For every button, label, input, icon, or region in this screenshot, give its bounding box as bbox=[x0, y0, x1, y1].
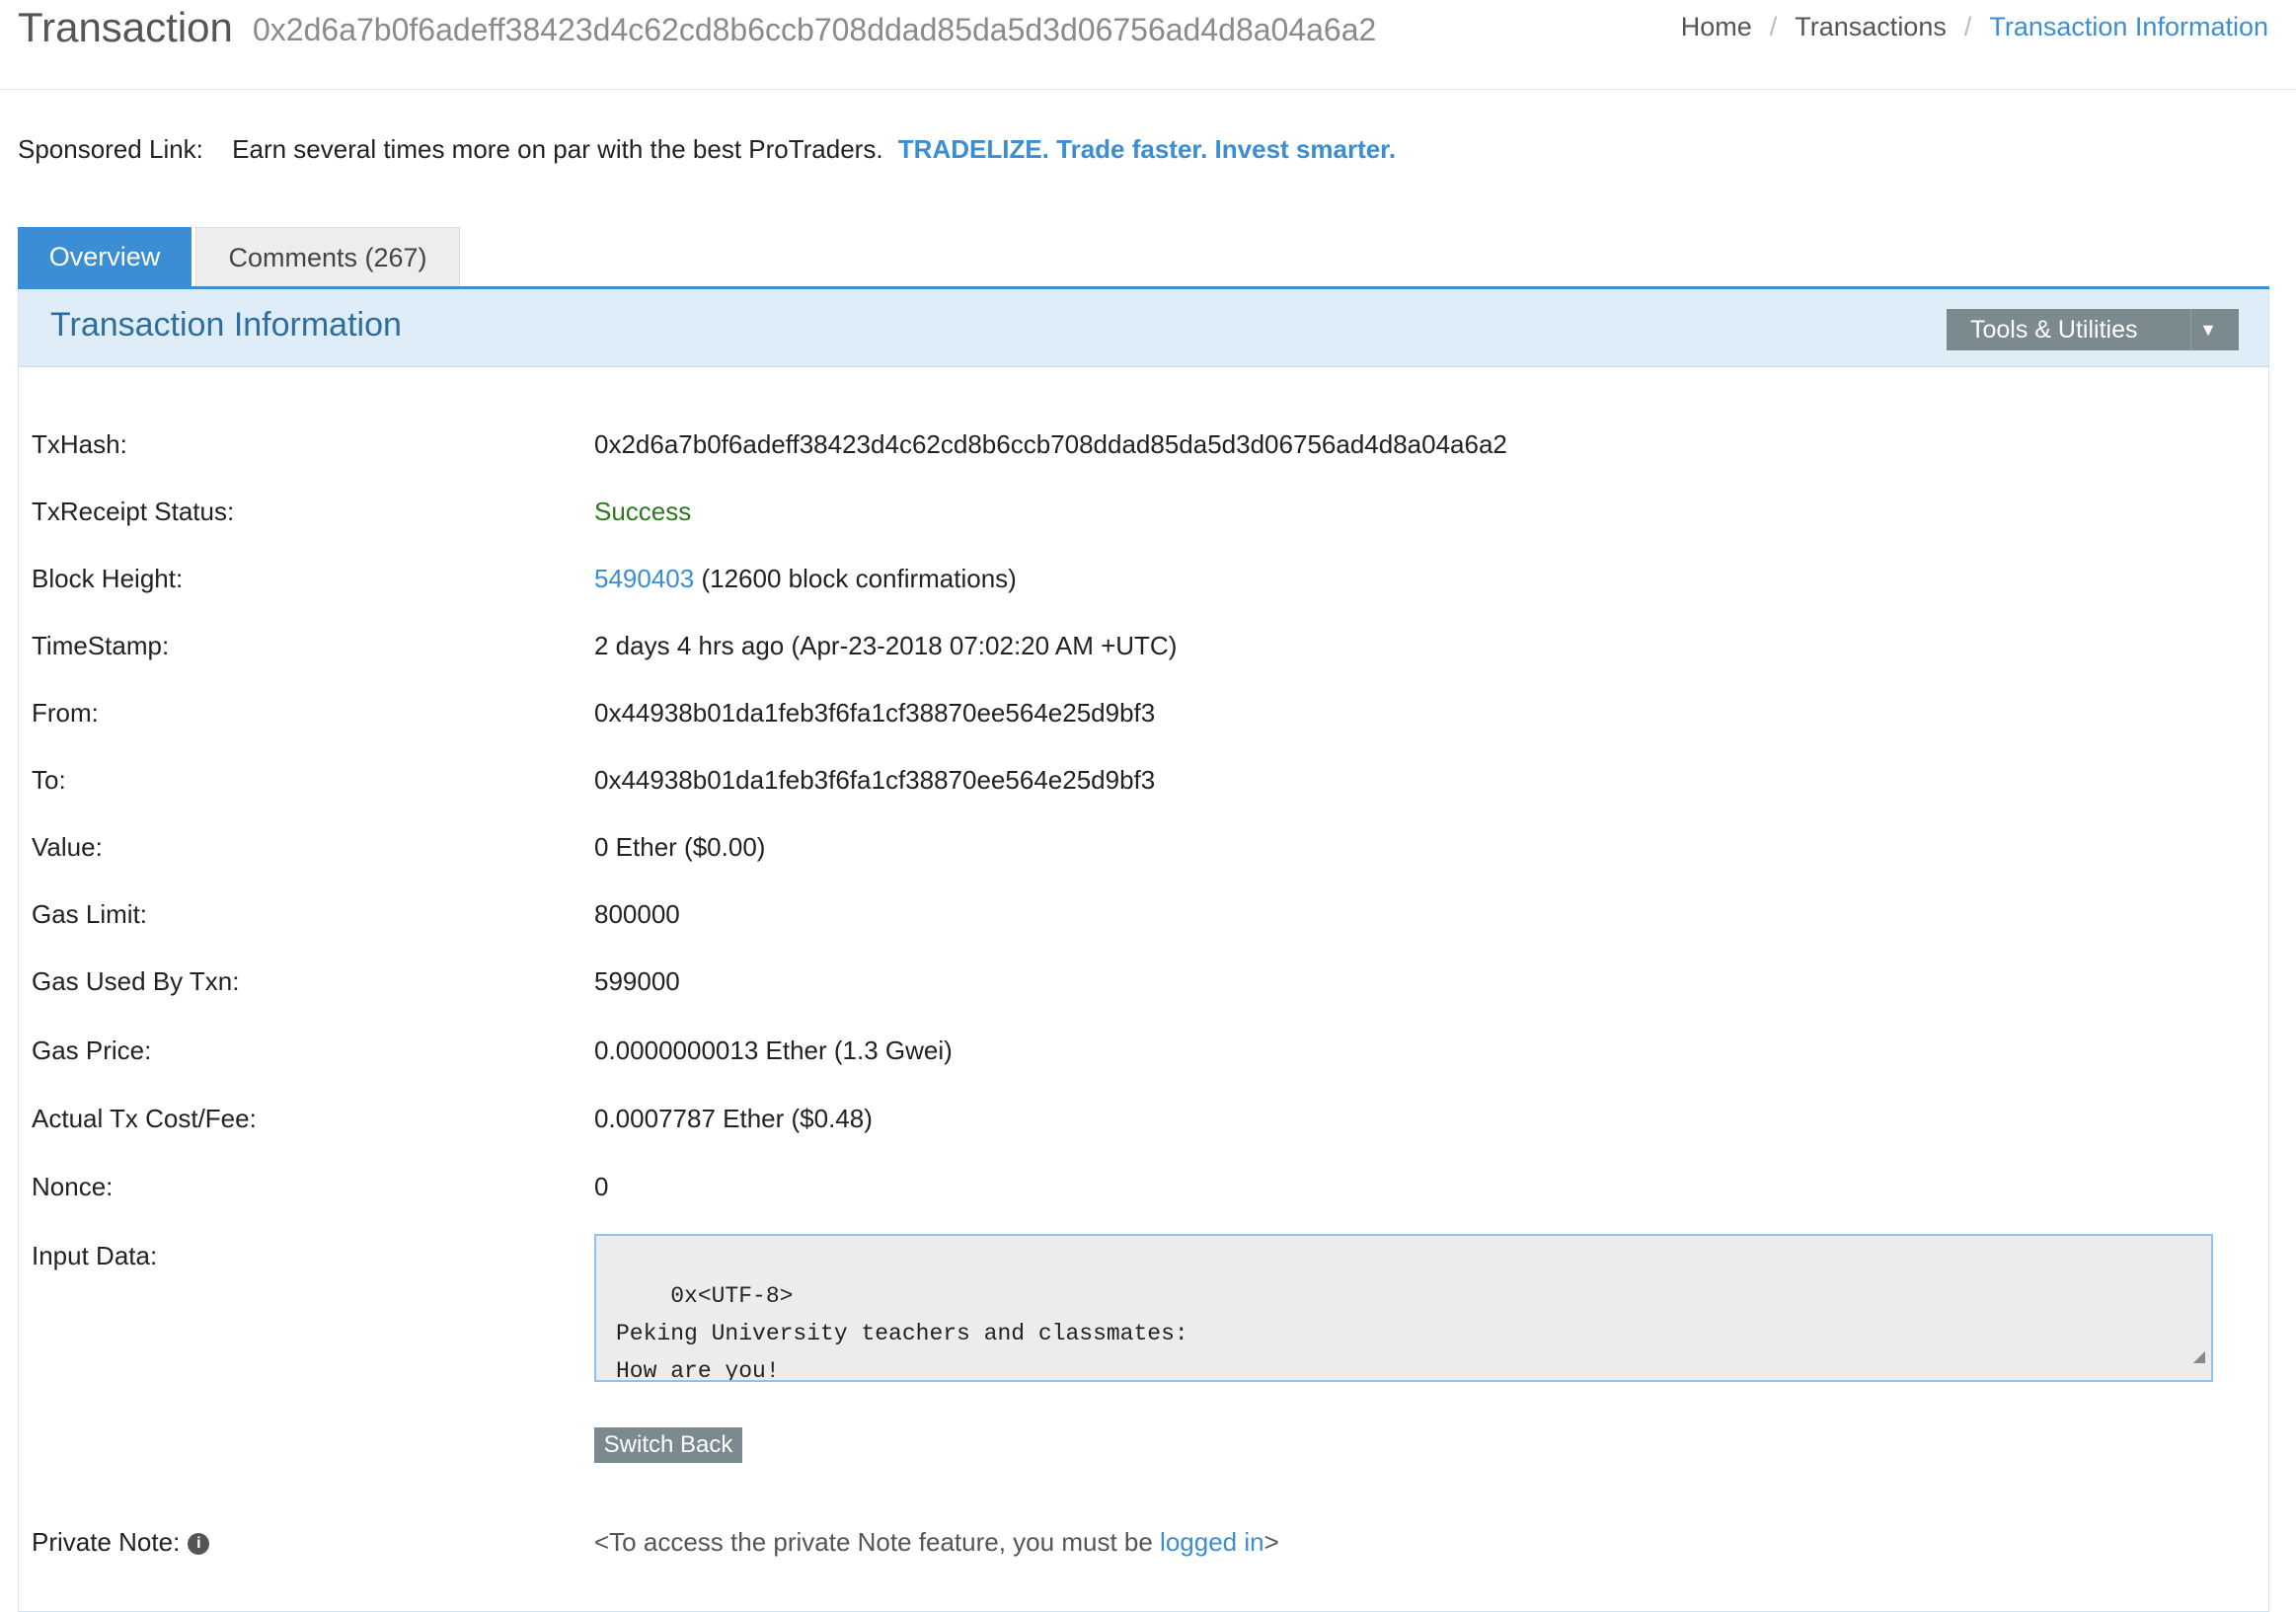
input-data-textarea[interactable]: 0x<UTF-8> Peking University teachers and… bbox=[594, 1234, 2213, 1382]
login-link[interactable]: logged in bbox=[1160, 1527, 1264, 1557]
gas-limit-value: 800000 bbox=[594, 899, 680, 929]
to-address-link[interactable]: 0x44938b01da1feb3f6fa1cf38870ee564e25d9b… bbox=[594, 762, 1155, 798]
row-nonce: Nonce: 0 bbox=[32, 1169, 2203, 1204]
block-height-label: Block Height: bbox=[32, 564, 184, 593]
switch-back-button[interactable]: Switch Back bbox=[594, 1427, 742, 1463]
row-txhash: TxHash: 0x2d6a7b0f6adeff38423d4c62cd8b6c… bbox=[32, 426, 2203, 462]
row-from: From: 0x44938b01da1feb3f6fa1cf38870ee564… bbox=[32, 695, 2203, 730]
breadcrumb-transactions[interactable]: Transactions bbox=[1795, 12, 1947, 42]
txhash-label: TxHash: bbox=[32, 429, 127, 459]
private-note-prefix: <To access the private Note feature, you… bbox=[594, 1527, 1153, 1557]
block-link[interactable]: 5490403 bbox=[594, 564, 694, 593]
nonce-label: Nonce: bbox=[32, 1172, 114, 1201]
sponsored-text: Earn several times more on par with the … bbox=[232, 134, 883, 164]
row-block-height: Block Height: 5490403 (12600 block confi… bbox=[32, 561, 2203, 596]
resize-grip-icon[interactable]: ◢ bbox=[2193, 1339, 2205, 1376]
tab-bar: Overview Comments (267) bbox=[18, 227, 2269, 289]
input-data-label: Input Data: bbox=[32, 1241, 158, 1270]
private-note-label: Private Note: bbox=[32, 1527, 181, 1557]
private-note-suffix: > bbox=[1263, 1527, 1279, 1557]
row-fee: Actual Tx Cost/Fee: 0.0007787 Ether ($0.… bbox=[32, 1101, 2203, 1136]
info-icon[interactable]: i bbox=[188, 1533, 210, 1556]
breadcrumb-separator: / bbox=[1769, 12, 1778, 41]
row-gas-price: Gas Price: 0.0000000013 Ether (1.3 Gwei) bbox=[32, 1033, 2203, 1068]
private-note-label-wrap: Private Note: i bbox=[32, 1524, 210, 1560]
input-data-text: 0x<UTF-8> Peking University teachers and… bbox=[616, 1283, 1188, 1382]
panel-header: Transaction Information Tools & Utilitie… bbox=[19, 289, 2268, 367]
from-label: From: bbox=[32, 698, 99, 728]
status-value: Success bbox=[594, 497, 692, 526]
row-gas-used: Gas Used By Txn: 599000 bbox=[32, 963, 2203, 999]
page: Transaction 0x2d6a7b0f6adeff38423d4c62cd… bbox=[0, 0, 2296, 1612]
block-height-value: 5490403 (12600 block confirmations) bbox=[594, 561, 1017, 596]
breadcrumb-separator: / bbox=[1963, 12, 1972, 41]
transaction-panel: Transaction Information Tools & Utilitie… bbox=[18, 289, 2269, 1612]
timestamp-label: TimeStamp: bbox=[32, 631, 170, 660]
row-status: TxReceipt Status: Success bbox=[32, 494, 2203, 529]
gas-price-value: 0.0000000013 Ether (1.3 Gwei) bbox=[594, 1036, 953, 1065]
sponsored-link: Sponsored Link: Earn several times more … bbox=[18, 134, 1396, 165]
caret-down-icon: ▼ bbox=[2190, 309, 2225, 350]
tools-utilities-button[interactable]: Tools & Utilities ▼ bbox=[1947, 309, 2239, 350]
row-gas-limit: Gas Limit: 800000 bbox=[32, 896, 2203, 932]
status-label: TxReceipt Status: bbox=[32, 497, 235, 526]
private-note-value: <To access the private Note feature, you… bbox=[594, 1524, 1279, 1560]
value-amount: 0 Ether ($0.00) bbox=[594, 832, 766, 862]
from-address-link[interactable]: 0x44938b01da1feb3f6fa1cf38870ee564e25d9b… bbox=[594, 695, 1155, 730]
nonce-value: 0 bbox=[594, 1172, 609, 1201]
sponsored-ad-link[interactable]: TRADELIZE. Trade faster. Invest smarter. bbox=[898, 134, 1396, 164]
value-label: Value: bbox=[32, 832, 103, 862]
fee-label: Actual Tx Cost/Fee: bbox=[32, 1104, 257, 1133]
gas-price-label: Gas Price: bbox=[32, 1036, 152, 1065]
page-title: Transaction bbox=[18, 4, 233, 50]
timestamp-value: 2 days 4 hrs ago (Apr-23-2018 07:02:20 A… bbox=[594, 631, 1178, 660]
page-hash: 0x2d6a7b0f6adeff38423d4c62cd8b6ccb708dda… bbox=[253, 12, 1377, 47]
breadcrumb-current: Transaction Information bbox=[1989, 12, 2268, 41]
to-label: To: bbox=[32, 765, 66, 795]
row-value: Value: 0 Ether ($0.00) bbox=[32, 829, 2203, 865]
tab-comments[interactable]: Comments (267) bbox=[195, 227, 460, 286]
page-header: Transaction 0x2d6a7b0f6adeff38423d4c62cd… bbox=[0, 0, 2296, 90]
panel-title: Transaction Information bbox=[50, 306, 402, 344]
sponsored-label: Sponsored Link: bbox=[18, 134, 203, 164]
breadcrumb: Home / Transactions / Transaction Inform… bbox=[1681, 12, 2268, 42]
row-to: To: 0x44938b01da1feb3f6fa1cf38870ee564e2… bbox=[32, 762, 2203, 798]
tools-utilities-label: Tools & Utilities bbox=[1970, 316, 2138, 344]
fee-value: 0.0007787 Ether ($0.48) bbox=[594, 1104, 873, 1133]
breadcrumb-home[interactable]: Home bbox=[1681, 12, 1752, 42]
row-timestamp: TimeStamp: 2 days 4 hrs ago (Apr-23-2018… bbox=[32, 628, 2203, 663]
txhash-value: 0x2d6a7b0f6adeff38423d4c62cd8b6ccb708dda… bbox=[594, 429, 1507, 459]
tab-overview[interactable]: Overview bbox=[18, 227, 191, 286]
gas-used-label: Gas Used By Txn: bbox=[32, 966, 240, 996]
row-private-note: Private Note: i <To access the private No… bbox=[32, 1524, 2203, 1560]
gas-used-value: 599000 bbox=[594, 966, 680, 996]
gas-limit-label: Gas Limit: bbox=[32, 899, 148, 929]
block-confirmations: (12600 block confirmations) bbox=[701, 564, 1017, 593]
